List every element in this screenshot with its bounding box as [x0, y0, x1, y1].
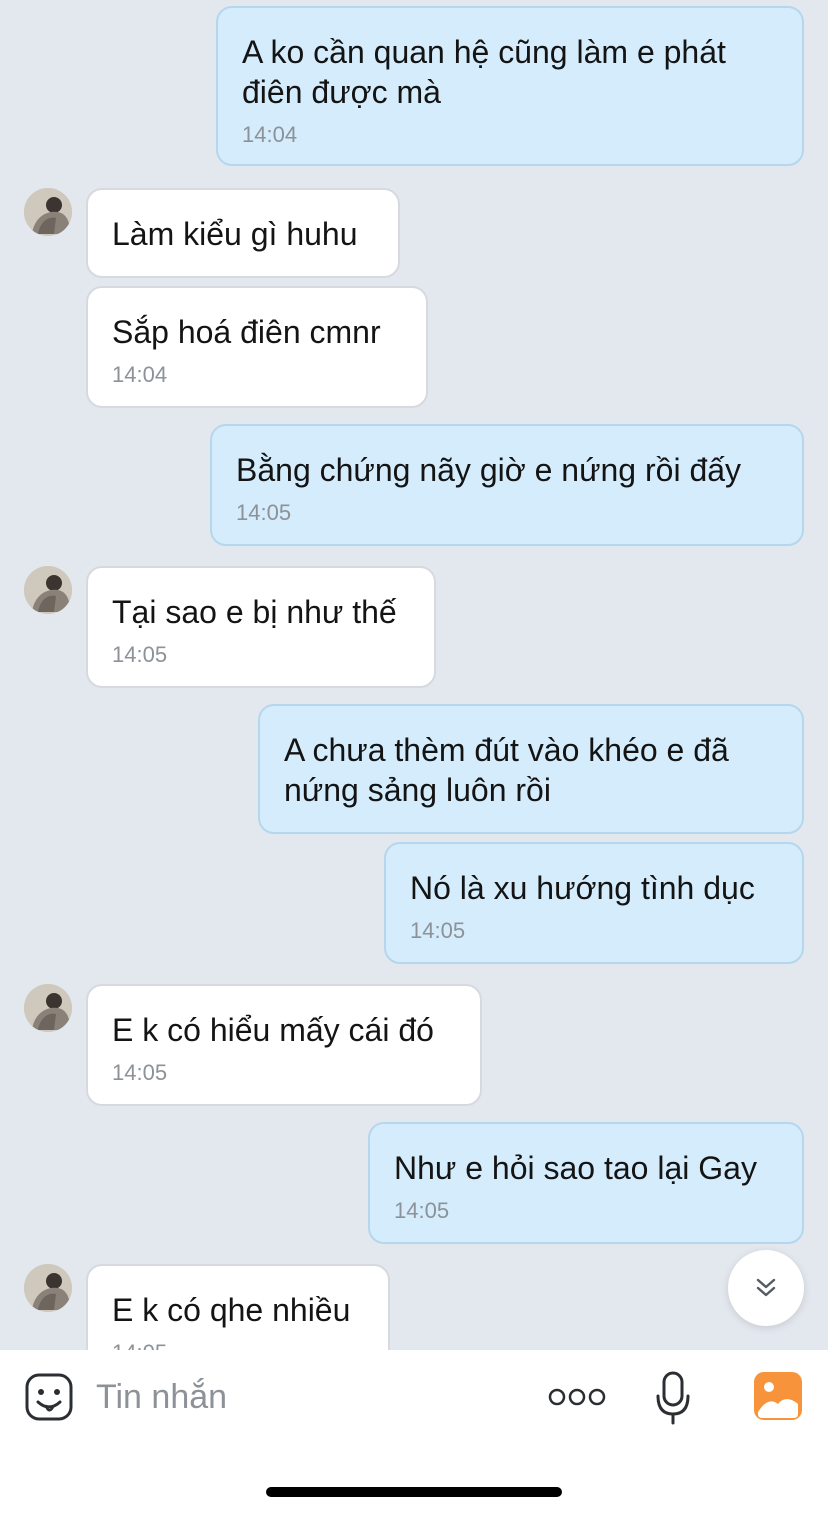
voice-record-button[interactable]: [654, 1370, 692, 1426]
avatar-image: [24, 1264, 72, 1312]
outgoing-message[interactable]: Bằng chứng nãy giờ e nứng rồi đấy 14:05: [210, 424, 804, 546]
message-text: A ko cần quan hệ cũng làm e phát điên đư…: [242, 34, 726, 110]
microphone-icon: [656, 1371, 690, 1425]
message-time: 14:05: [112, 1060, 168, 1085]
message-input[interactable]: Tin nhắn: [96, 1376, 227, 1418]
message-time: 14:04: [242, 122, 298, 147]
avatar-image: [24, 188, 72, 236]
emoji-button[interactable]: [24, 1372, 74, 1422]
double-chevron-down-icon: [756, 1278, 776, 1297]
message-time: 14:05: [112, 1340, 366, 1350]
scroll-to-bottom-button[interactable]: [728, 1250, 804, 1326]
emoji-sticker-icon: [25, 1373, 73, 1421]
more-dots-icon: [548, 1388, 606, 1406]
image-gallery-button[interactable]: [752, 1370, 804, 1422]
message-text: Như e hỏi sao tao lại Gay: [394, 1150, 757, 1186]
outgoing-message[interactable]: A chưa thèm đút vào khéo e đã nứng sảng …: [258, 704, 804, 834]
contact-avatar[interactable]: [24, 188, 72, 236]
message-text: Tại sao e bị như thế: [112, 594, 397, 630]
message-text: Làm kiểu gì huhu: [112, 216, 358, 252]
message-text: A chưa thèm đút vào khéo e đã nứng sảng …: [284, 732, 729, 808]
contact-avatar[interactable]: [24, 984, 72, 1032]
home-indicator[interactable]: [266, 1487, 562, 1497]
more-options-button[interactable]: [548, 1382, 606, 1412]
message-time: 14:05: [112, 642, 168, 667]
message-list[interactable]: A ko cần quan hệ cũng làm e phát điên đư…: [0, 0, 828, 1350]
incoming-message[interactable]: E k có hiểu mấy cái đó 14:05: [86, 984, 482, 1106]
message-text: Nó là xu hướng tình dục: [410, 870, 755, 906]
avatar-image: [24, 566, 72, 614]
message-text: E k có hiểu mấy cái đó: [112, 1012, 434, 1048]
message-text: Sắp hoá điên cmnr: [112, 314, 381, 350]
outgoing-message[interactable]: Nó là xu hướng tình dục 14:05: [384, 842, 804, 964]
contact-avatar[interactable]: [24, 1264, 72, 1312]
incoming-message[interactable]: Sắp hoá điên cmnr 14:04: [86, 286, 428, 408]
message-time: 14:05: [236, 500, 292, 525]
message-time: 14:05: [410, 918, 466, 943]
incoming-message[interactable]: Làm kiểu gì huhu: [86, 188, 400, 278]
image-gallery-icon: [754, 1372, 802, 1420]
message-time: 14:04: [112, 362, 168, 387]
message-time: 14:05: [394, 1198, 450, 1223]
outgoing-message[interactable]: A ko cần quan hệ cũng làm e phát điên đư…: [216, 6, 804, 166]
contact-avatar[interactable]: [24, 566, 72, 614]
outgoing-message[interactable]: Như e hỏi sao tao lại Gay 14:05: [368, 1122, 804, 1244]
avatar-image: [24, 984, 72, 1032]
incoming-message[interactable]: Tại sao e bị như thế 14:05: [86, 566, 436, 688]
incoming-message[interactable]: E k có qhe nhiều 14:05: [86, 1264, 390, 1350]
message-text: E k có qhe nhiều: [112, 1292, 351, 1328]
message-text: Bằng chứng nãy giờ e nứng rồi đấy: [236, 452, 742, 488]
